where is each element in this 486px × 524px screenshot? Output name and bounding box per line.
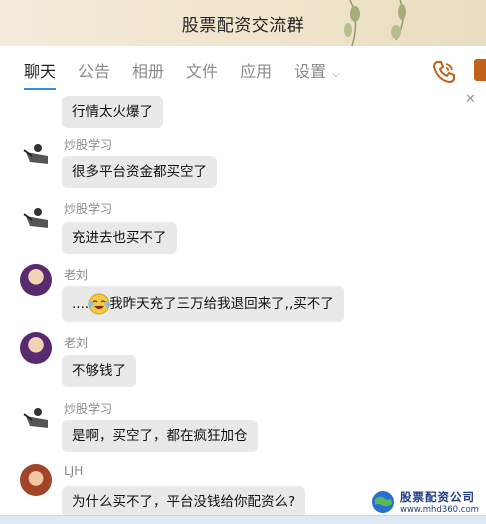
message-text: 我昨天充了三万给我退回来了,,买不了: [109, 296, 334, 312]
tab-settings[interactable]: 设置 ⌵: [294, 46, 340, 96]
tab-album[interactable]: 相册: [132, 46, 164, 96]
window-icon[interactable]: [474, 59, 486, 81]
avatar[interactable]: [20, 464, 52, 496]
tab-chat[interactable]: 聊天: [24, 46, 57, 96]
message-bubble[interactable]: 行情太火爆了: [62, 96, 163, 128]
sender-name: 炒股学习: [64, 402, 113, 416]
tab-bar: 聊天 公告 相册 文件 应用 设置 ⌵: [0, 46, 486, 96]
sender-name: LJH: [64, 464, 84, 478]
avatar[interactable]: [20, 202, 52, 234]
phone-icon[interactable]: [430, 58, 458, 86]
message-bubble[interactable]: 很多平台资金都买空了: [62, 156, 217, 188]
avatar[interactable]: [20, 402, 52, 434]
avatar[interactable]: [20, 332, 52, 364]
tab-settings-label: 设置: [294, 62, 327, 81]
chat-area: 行情太火爆了 炒股学习 很多平台资金都买空了 炒股学习 充进去也买不了 老刘 .…: [0, 96, 486, 524]
chevron-down-icon: ⌵: [332, 69, 340, 80]
message-bubble[interactable]: 不够钱了: [62, 355, 136, 387]
window-title: 股票配资交流群: [181, 15, 305, 36]
laughing-crying-emoji-icon: [88, 293, 110, 315]
tab-files[interactable]: 文件: [186, 46, 218, 96]
sender-name: 老刘: [64, 336, 89, 350]
avatar[interactable]: [20, 138, 52, 170]
tab-announcement[interactable]: 公告: [78, 46, 110, 96]
vine-decoration: [344, 0, 406, 46]
watermark: 股票配资公司 www.mhd360.com: [370, 486, 486, 518]
title-bar: 股票配资交流群: [0, 0, 486, 46]
sender-name: 炒股学习: [64, 138, 113, 152]
message-bubble[interactable]: 充进去也买不了: [62, 222, 177, 254]
message-bubble[interactable]: 为什么买不了，平台没钱给你配资么?: [62, 486, 306, 518]
message-bubble[interactable]: .... 我昨天充了三万给我退回来了,,买不了: [62, 286, 344, 322]
sender-name: 老刘: [64, 268, 89, 282]
globe-icon: [372, 491, 394, 513]
watermark-url: www.mhd360.com: [400, 505, 479, 515]
message-bubble[interactable]: 是啊，买空了，都在疯狂加仓: [62, 420, 258, 452]
tab-apps[interactable]: 应用: [240, 46, 272, 96]
sender-name: 炒股学习: [64, 202, 113, 216]
avatar[interactable]: [20, 264, 52, 296]
watermark-title: 股票配资公司: [400, 490, 475, 504]
